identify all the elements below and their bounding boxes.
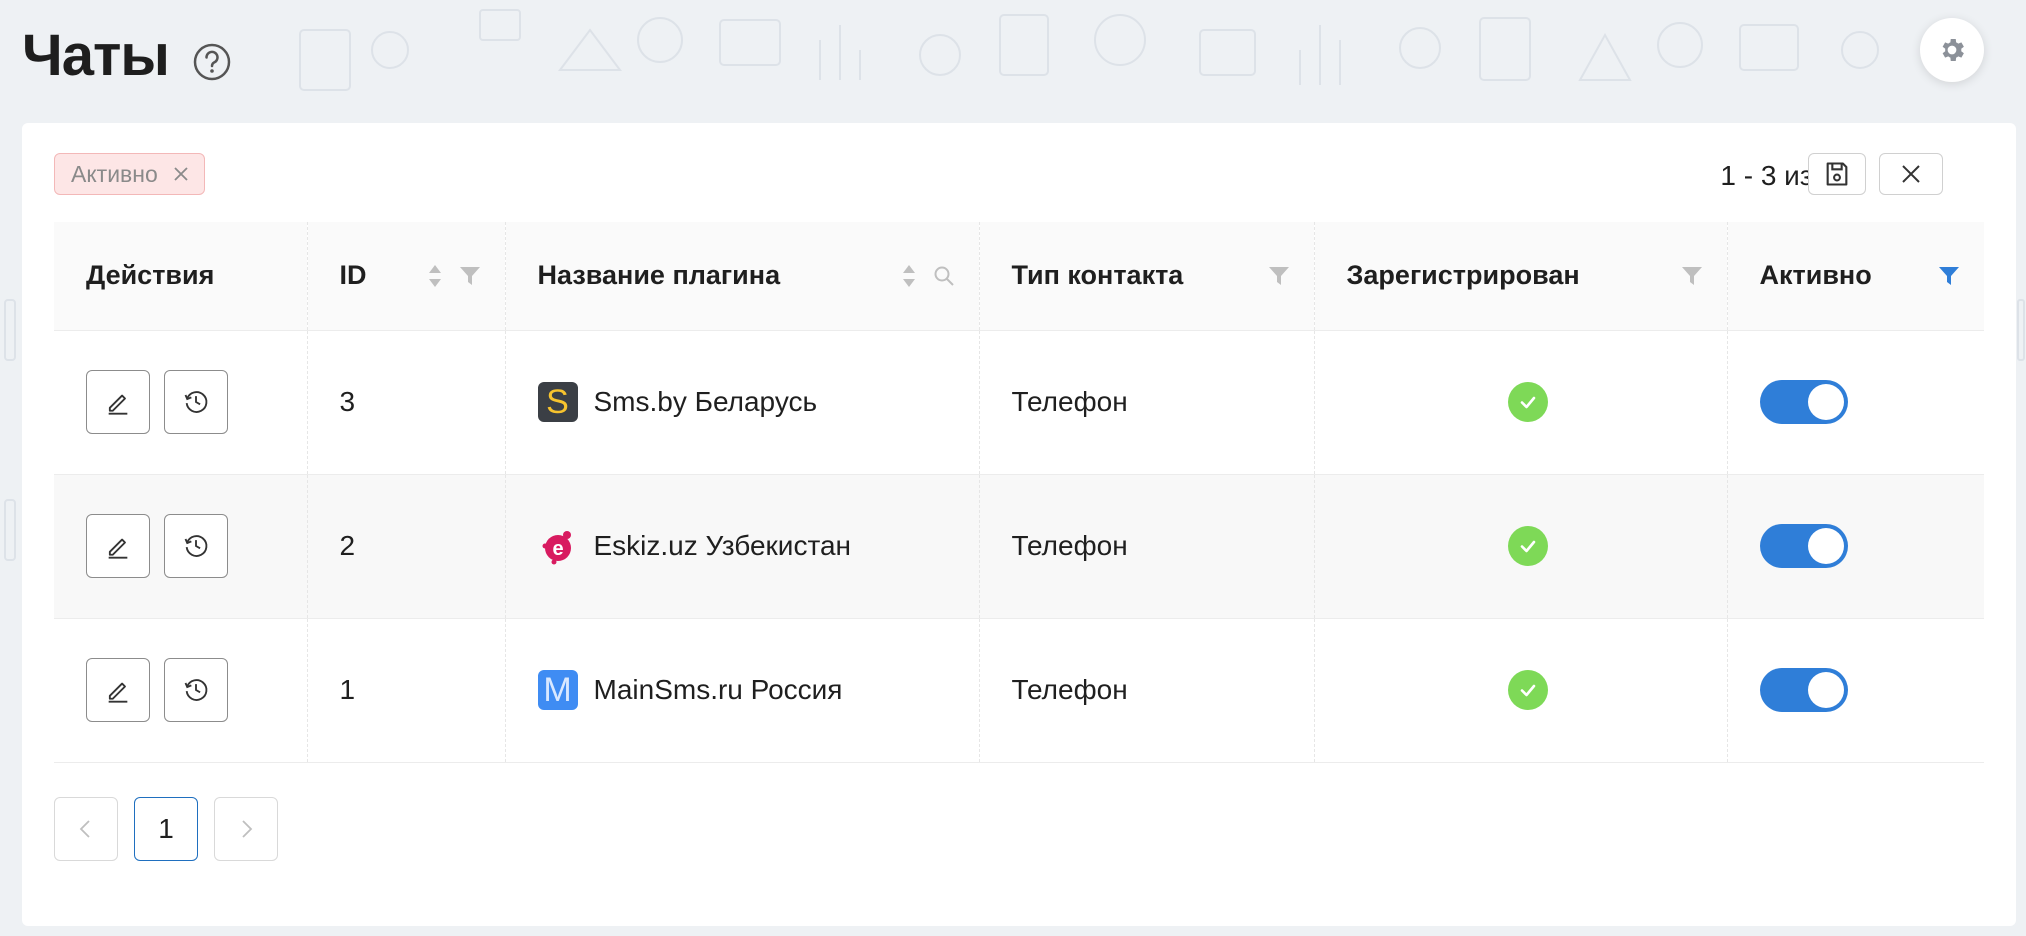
contact-type-cell: Телефон — [978, 474, 1314, 619]
history-button[interactable] — [164, 370, 228, 434]
pencil-icon — [108, 538, 128, 559]
pencil-icon — [108, 682, 128, 703]
plugins-table: Действия ID Название плагина Тип контакт… — [54, 222, 1984, 763]
close-icon — [1902, 165, 1920, 183]
check-icon — [1507, 526, 1548, 566]
next-page-button[interactable] — [214, 797, 278, 861]
plugin-name-cell: S Sms.by Беларусь — [504, 330, 979, 475]
filter-funnel-icon[interactable] — [1681, 265, 1703, 287]
active-cell — [1726, 330, 1984, 475]
table-row: 2 e Eskiz.uz Узбекистан Телефон — [54, 474, 1984, 619]
col-header-registered: Зарегистрирован — [1313, 222, 1727, 331]
actions-cell — [54, 474, 307, 619]
history-clock-icon — [184, 535, 208, 557]
prev-page-button[interactable] — [54, 797, 118, 861]
plugin-name: Eskiz.uz Узбекистан — [593, 530, 852, 561]
check-icon — [1507, 382, 1548, 422]
table-header-row: Действия ID Название плагина Тип контакт… — [54, 222, 1984, 331]
plugin-name: MainSms.ru Россия — [593, 674, 843, 705]
pencil-icon — [108, 394, 128, 415]
gear-icon — [1942, 39, 1964, 61]
col-header-active: Активно — [1726, 222, 1984, 331]
plugin-name-cell: M MainSms.ru Россия — [504, 618, 979, 763]
page-title: Чаты — [22, 23, 170, 88]
close-icon[interactable] — [172, 165, 190, 183]
table-row: 1 M MainSms.ru Россия Телефон — [54, 618, 1984, 763]
chevron-right-icon — [242, 820, 253, 838]
active-cell — [1726, 618, 1984, 763]
floppy-disk-icon — [1826, 162, 1848, 186]
history-clock-icon — [184, 391, 208, 413]
plugin-name: Sms.by Беларусь — [593, 386, 818, 417]
id-cell: 3 — [306, 330, 505, 475]
active-cell — [1726, 474, 1984, 619]
sort-icon[interactable] — [901, 263, 917, 289]
actions-cell — [54, 618, 307, 763]
registered-cell — [1313, 618, 1727, 763]
question-circle-icon[interactable] — [192, 42, 232, 82]
save-filter-button[interactable] — [1808, 153, 1866, 195]
col-header-id: ID — [306, 222, 505, 331]
history-button[interactable] — [164, 514, 228, 578]
registered-cell — [1313, 330, 1727, 475]
sort-icon[interactable] — [427, 263, 443, 289]
sms-by-logo: S — [537, 382, 578, 422]
history-button[interactable] — [164, 658, 228, 722]
edit-button[interactable] — [86, 658, 150, 722]
svg-text:e: e — [552, 538, 563, 560]
col-header-contact-type: Тип контакта — [978, 222, 1314, 331]
col-header-plugin-name: Название плагина — [504, 222, 979, 331]
filter-tag-label: Активно — [71, 160, 158, 187]
page-button-current[interactable]: 1 — [134, 797, 198, 861]
history-clock-icon — [184, 679, 208, 701]
edit-button[interactable] — [86, 514, 150, 578]
filter-funnel-icon[interactable] — [1938, 265, 1960, 287]
contact-type-cell: Телефон — [978, 618, 1314, 763]
settings-button[interactable] — [1920, 18, 1984, 82]
eskiz-logo: e — [538, 526, 578, 566]
search-icon[interactable] — [933, 265, 955, 287]
active-filter-tag: Активно — [54, 153, 205, 195]
pagination: 1 — [54, 797, 278, 861]
filter-funnel-icon[interactable] — [1268, 265, 1290, 287]
registered-cell — [1313, 474, 1727, 619]
mainsms-logo: M — [537, 670, 578, 710]
id-cell: 1 — [306, 618, 505, 763]
active-toggle[interactable] — [1759, 668, 1848, 712]
actions-cell — [54, 330, 307, 475]
contact-type-cell: Телефон — [978, 330, 1314, 475]
active-toggle[interactable] — [1759, 380, 1848, 424]
plugin-name-cell: e Eskiz.uz Узбекистан — [504, 474, 979, 619]
id-cell: 2 — [306, 474, 505, 619]
table-row: 3 S Sms.by Беларусь Телефон — [54, 330, 1984, 475]
edit-button[interactable] — [86, 370, 150, 434]
active-toggle[interactable] — [1759, 524, 1848, 568]
clear-filters-button[interactable] — [1879, 153, 1943, 195]
col-header-actions: Действия — [54, 222, 307, 331]
chats-card: Активно 1 - 3 из 3 Действия ID Название … — [22, 123, 2016, 926]
chevron-left-icon — [79, 820, 90, 838]
check-icon — [1507, 670, 1548, 710]
filter-funnel-icon[interactable] — [459, 265, 481, 287]
